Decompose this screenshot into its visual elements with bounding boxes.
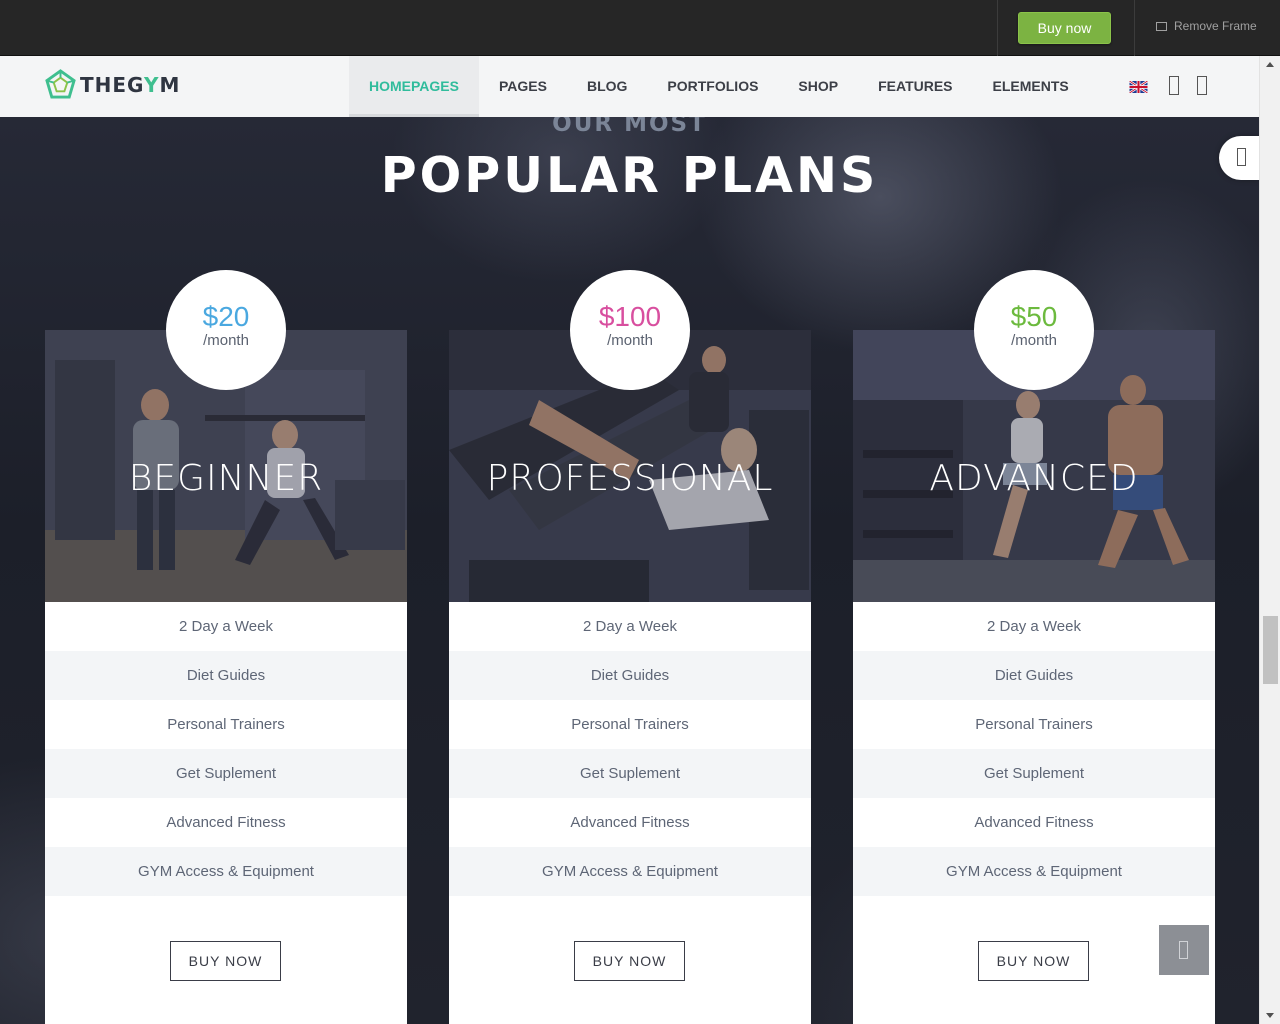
section-eyebrow: OUR MOST — [552, 117, 707, 137]
nav-item-blog[interactable]: BLOG — [567, 56, 647, 117]
remove-frame-label: Remove Frame — [1174, 19, 1257, 33]
feature-item: Get Suplement — [45, 749, 407, 798]
logo-text: THEGYM — [80, 72, 181, 97]
plan-name: ADVANCED — [929, 458, 1139, 499]
nav-item-homepages[interactable]: HOMEPAGES — [349, 56, 479, 117]
buy-now-button[interactable]: BUY NOW — [170, 941, 281, 981]
feature-item: Advanced Fitness — [974, 814, 1094, 831]
logo-pentagon-icon — [45, 69, 76, 99]
pricing-card-beginner: BEGINNER $20 /month 2 Day a Week Diet Gu… — [45, 270, 407, 1024]
mobile-icon — [1237, 148, 1246, 166]
toolbar-divider — [1134, 0, 1135, 56]
section-heading: POPULAR PLANS — [380, 147, 879, 204]
remove-frame-link[interactable]: Remove Frame — [1156, 19, 1257, 33]
arrow-up-icon — [1179, 941, 1188, 959]
feature-item: Get Suplement — [449, 749, 811, 798]
scrollbar-thumb[interactable] — [1263, 616, 1278, 684]
plan-name: PROFESSIONAL — [486, 458, 774, 499]
settings-side-tab[interactable] — [1219, 136, 1259, 180]
feature-list: 2 Day a Week Diet Guides Personal Traine… — [853, 602, 1215, 896]
site-header: THEGYM HOMEPAGES PAGES BLOG PORTFOLIOS S… — [0, 56, 1259, 117]
cart-icon[interactable] — [1197, 76, 1207, 95]
price-badge: $100 /month — [570, 270, 690, 390]
feature-item: Diet Guides — [45, 651, 407, 700]
toolbar-divider — [997, 0, 998, 56]
plan-period: /month — [607, 332, 653, 349]
feature-item: 2 Day a Week — [179, 618, 273, 635]
main-nav: HOMEPAGES PAGES BLOG PORTFOLIOS SHOP FEA… — [349, 56, 1089, 117]
feature-item: Personal Trainers — [571, 716, 689, 733]
plan-price: $100 — [598, 301, 662, 332]
buy-now-button[interactable]: Buy now — [1018, 12, 1111, 44]
nav-item-pages[interactable]: PAGES — [479, 56, 567, 117]
feature-item: Diet Guides — [853, 651, 1215, 700]
feature-item: 2 Day a Week — [583, 618, 677, 635]
uk-flag-icon[interactable] — [1129, 81, 1148, 93]
search-icon[interactable] — [1169, 76, 1179, 95]
checkbox-icon — [1156, 21, 1167, 31]
price-badge: $50 /month — [974, 270, 1094, 390]
feature-item: Personal Trainers — [167, 716, 285, 733]
feature-item: 2 Day a Week — [987, 618, 1081, 635]
feature-list: 2 Day a Week Diet Guides Personal Traine… — [45, 602, 407, 896]
buy-now-button[interactable]: BUY NOW — [574, 941, 685, 981]
feature-item: Diet Guides — [449, 651, 811, 700]
feature-item: Advanced Fitness — [570, 814, 690, 831]
plan-price: $50 — [1010, 301, 1058, 332]
nav-item-portfolios[interactable]: PORTFOLIOS — [647, 56, 778, 117]
buy-now-button[interactable]: BUY NOW — [978, 941, 1089, 981]
feature-item: Get Suplement — [853, 749, 1215, 798]
page-scrollbar[interactable] — [1259, 56, 1280, 1024]
plan-period: /month — [1011, 332, 1057, 349]
feature-item: Personal Trainers — [975, 716, 1093, 733]
site-logo[interactable]: THEGYM — [45, 69, 180, 100]
frame-toolbar: Buy now Remove Frame — [0, 0, 1280, 56]
feature-list: 2 Day a Week Diet Guides Personal Traine… — [449, 602, 811, 896]
feature-item: Advanced Fitness — [166, 814, 286, 831]
feature-item: GYM Access & Equipment — [45, 847, 407, 896]
pricing-card-advanced: ADVANCED $50 /month 2 Day a Week Diet Gu… — [853, 270, 1215, 1024]
nav-item-shop[interactable]: SHOP — [778, 56, 858, 117]
plan-price: $20 — [202, 301, 250, 332]
plan-name: BEGINNER — [128, 458, 324, 499]
feature-item: GYM Access & Equipment — [449, 847, 811, 896]
price-badge: $20 /month — [166, 270, 286, 390]
back-to-top-button[interactable] — [1159, 925, 1209, 975]
pricing-section: OUR MOST POPULAR PLANS BEGINNER $20 /mon… — [0, 117, 1259, 1024]
nav-item-features[interactable]: FEATURES — [858, 56, 972, 117]
scroll-up-arrow-icon[interactable] — [1266, 62, 1274, 67]
plan-period: /month — [203, 332, 249, 349]
pricing-card-professional: PROFESSIONAL $100 /month 2 Day a Week Di… — [449, 270, 811, 1024]
nav-item-elements[interactable]: ELEMENTS — [973, 56, 1089, 117]
feature-item: GYM Access & Equipment — [853, 847, 1215, 896]
scroll-down-arrow-icon[interactable] — [1266, 1013, 1274, 1018]
